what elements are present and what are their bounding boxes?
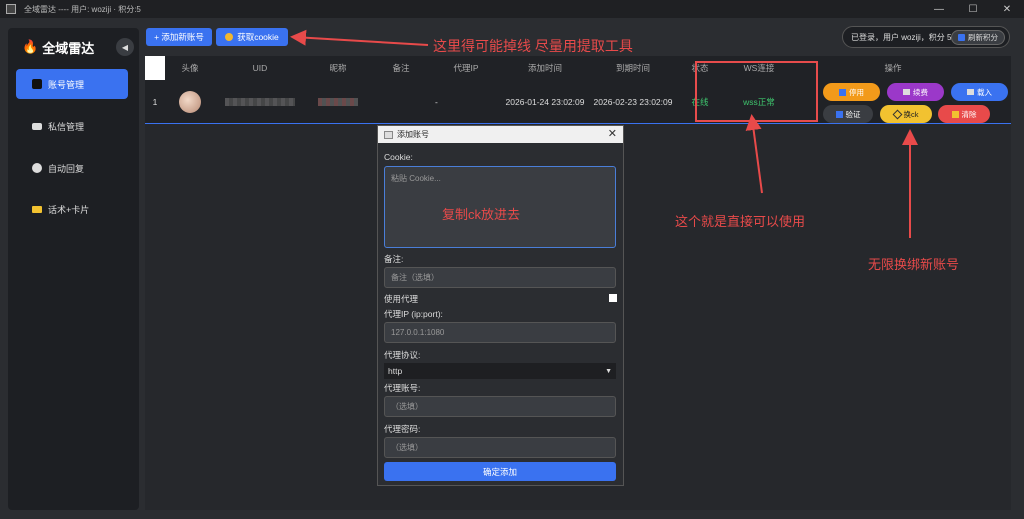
annotation-arrows	[290, 29, 918, 238]
arrow-to-status	[745, 114, 763, 194]
arrow-to-cookie-button	[290, 29, 429, 46]
